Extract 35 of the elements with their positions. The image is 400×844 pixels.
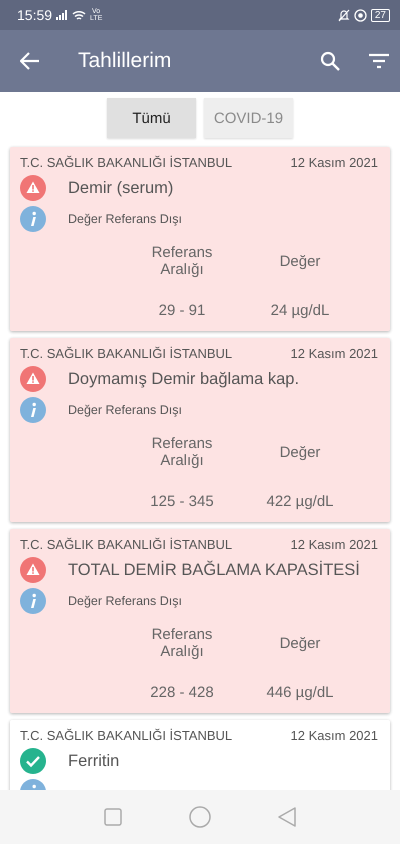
filter-tab[interactable]: Tümü xyxy=(107,98,196,138)
institution-name: T.C. SAĞLIK BAKANLIĞI İSTANBUL xyxy=(20,537,232,552)
result-card[interactable]: T.C. SAĞLIK BAKANLIĞI İSTANBUL 12 Kasım 2021 Ferritin xyxy=(10,720,390,790)
column-header: Değer xyxy=(278,634,322,652)
column-header: Referans Aralığı xyxy=(150,435,214,469)
result-status: Değer Referans Dışı xyxy=(68,594,182,608)
column-header: Değer xyxy=(278,444,322,460)
status-time: 15:59 xyxy=(17,7,52,23)
screen-title: Tahlillerim xyxy=(78,49,172,73)
test-name: Doymamış Demir bağlama kap. xyxy=(68,370,300,388)
result-date: 12 Kasım 2021 xyxy=(290,346,378,361)
test-name: Demir (serum) xyxy=(68,178,174,198)
result-date: 12 Kasım 2021 xyxy=(290,155,378,170)
institution-name: T.C. SAĞLIK BAKANLIĞI İSTANBUL xyxy=(20,728,232,743)
column-header: Referans Aralığı xyxy=(150,626,214,660)
test-name: TOTAL DEMİR BAĞLAMA KAPASİTESİ xyxy=(68,560,360,580)
result-card[interactable]: T.C. SAĞLIK BAKANLIĞI İSTANBUL 12 Kasım 2021 Demir (serum) Değer Referans Dışı Referans Aralığı Değer 29 - 91 24 µg/dL xyxy=(10,147,390,331)
result-card[interactable]: T.C. SAĞLIK BAKANLIĞI İSTANBUL 12 Kasım 2021 Doymamış Demir bağlama kap. Değer Referans Dışı Referans Aralığı Değer 125 - 345 422 µg/dL xyxy=(10,338,390,522)
result-value: 24 µg/dL xyxy=(270,302,330,319)
result-value: 422 µg/dL xyxy=(265,493,335,510)
result-status: Değer Referans Dışı xyxy=(68,403,182,417)
test-name: Ferritin xyxy=(68,752,120,770)
reference-range: 125 - 345 xyxy=(149,493,215,510)
reference-range: 29 - 91 xyxy=(158,302,206,319)
column-header: Referans Aralığı xyxy=(150,244,214,278)
result-card[interactable]: T.C. SAĞLIK BAKANLIĞI İSTANBUL 12 Kasım 2021 TOTAL DEMİR BAĞLAMA KAPASİTESİ Değer Referans Dışı Referans Aralığı Değer 228 - 428 446 µg/dL xyxy=(10,529,390,713)
column-header: Değer xyxy=(278,252,322,270)
result-status: Değer Referans Dışı xyxy=(68,212,182,226)
reference-range: 228 - 428 xyxy=(149,684,215,701)
result-date: 12 Kasım 2021 xyxy=(290,728,378,743)
battery-level: 27 xyxy=(370,8,390,22)
institution-name: T.C. SAĞLIK BAKANLIĞI İSTANBUL xyxy=(20,155,232,170)
institution-name: T.C. SAĞLIK BAKANLIĞI İSTANBUL xyxy=(20,346,232,361)
result-value: 446 µg/dL xyxy=(265,684,335,701)
result-date: 12 Kasım 2021 xyxy=(290,537,378,552)
